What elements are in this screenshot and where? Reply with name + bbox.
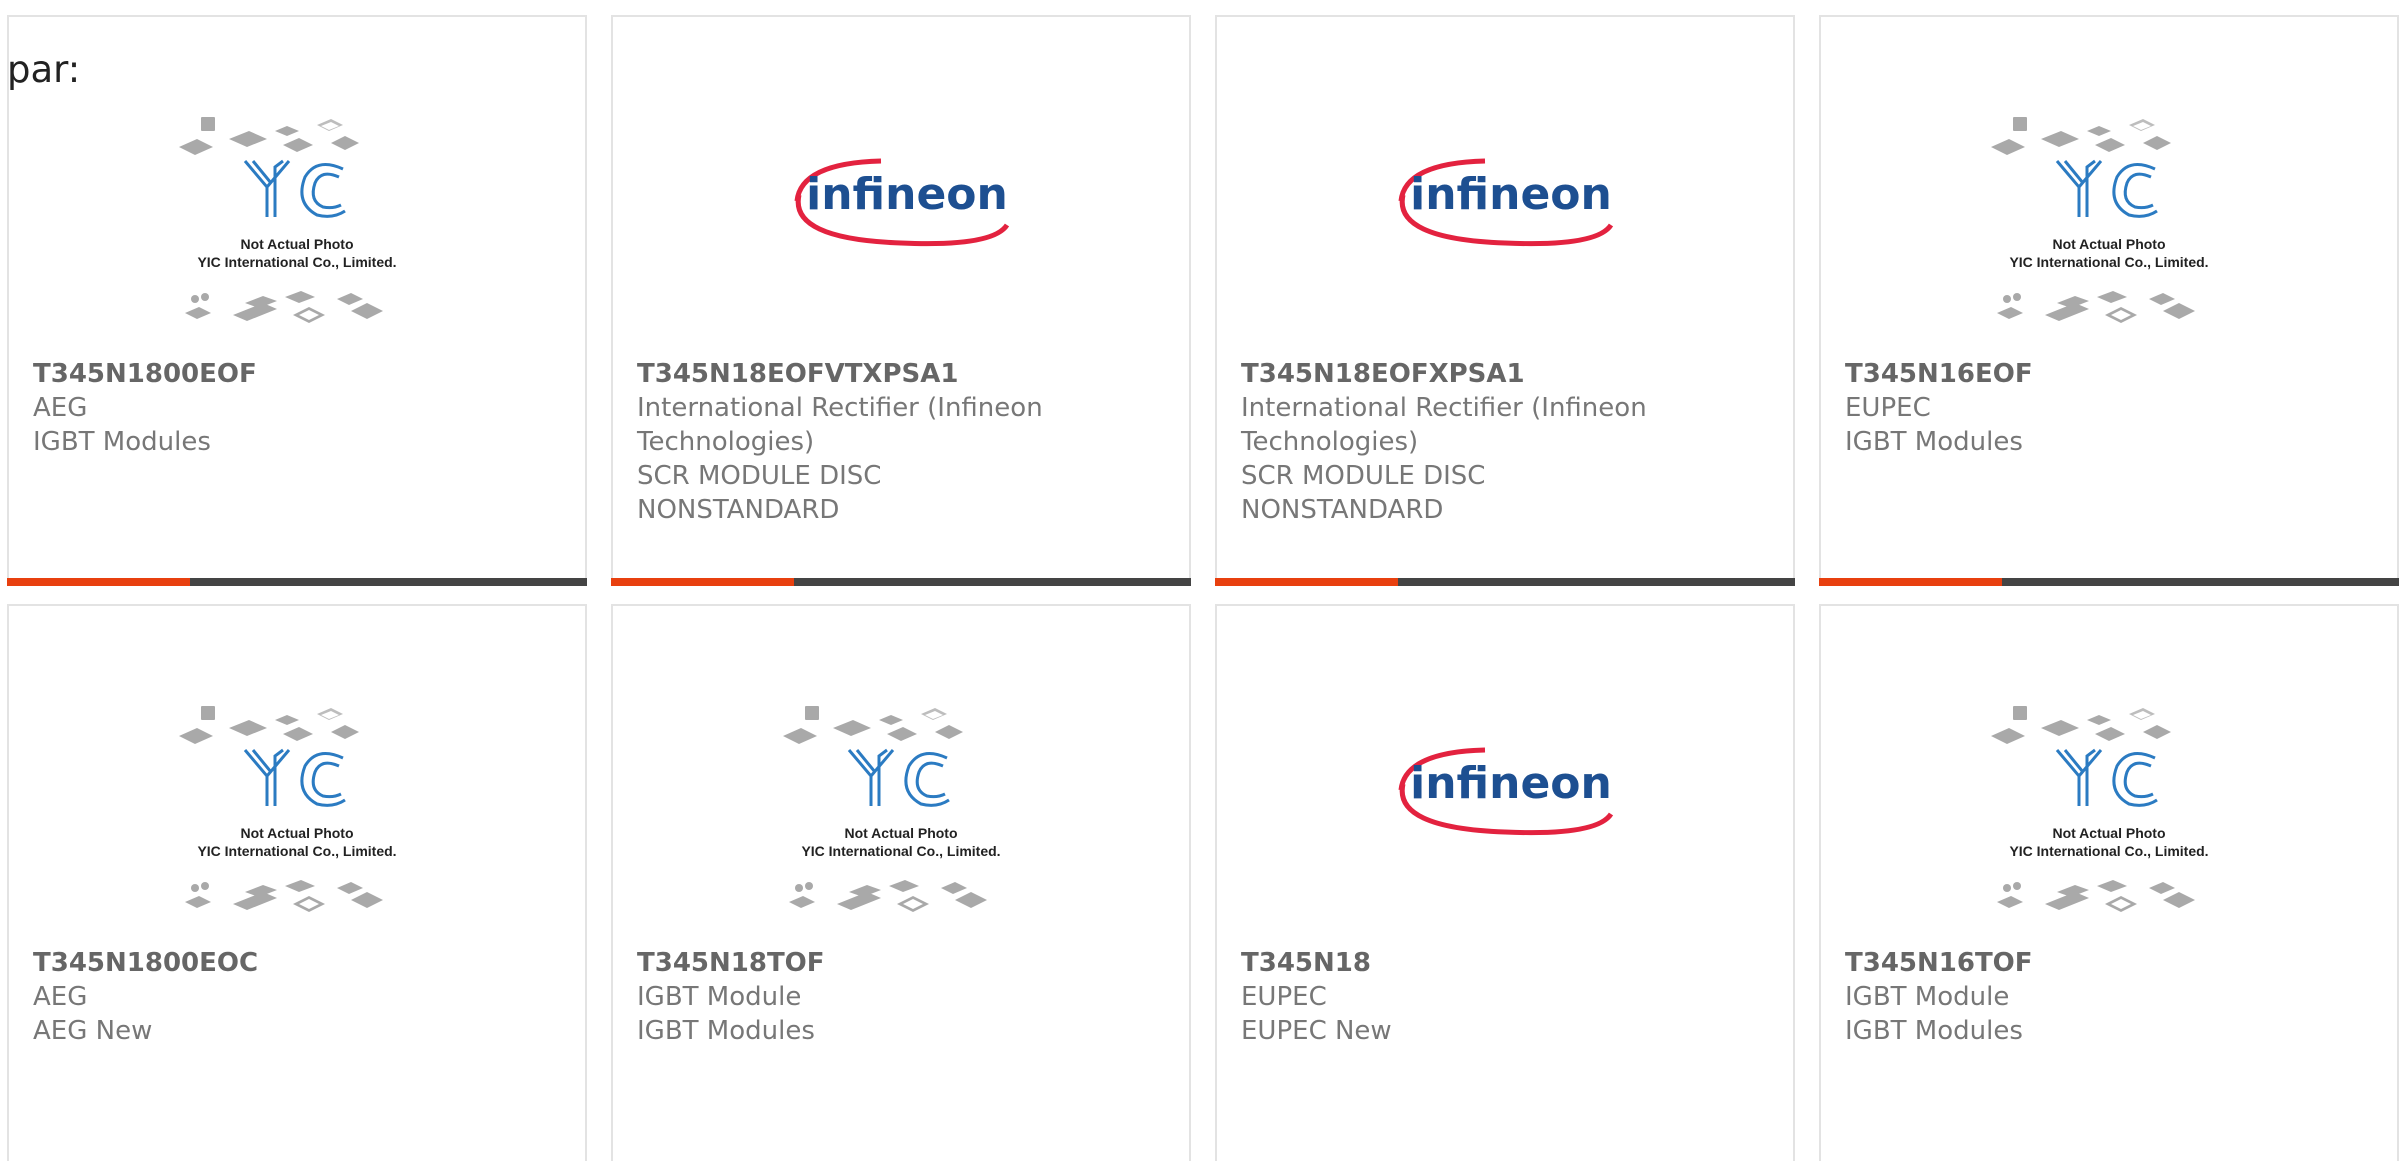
product-card[interactable]: Not Actual Photo YIC International Co., …	[1819, 15, 2399, 586]
product-info: T345N16TOF IGBT Module IGBT Modules	[1845, 946, 2377, 1048]
part-number-link[interactable]: T345N1800EOF	[33, 357, 565, 391]
card-accent-bar	[1215, 578, 1398, 586]
svg-text:infineon: infineon	[1410, 169, 1612, 220]
product-card[interactable]: Not Actual Photo YIC International Co., …	[7, 604, 587, 1161]
product-info: T345N18 EUPEC EUPEC New	[1241, 946, 1773, 1048]
description-text: SCR MODULE DISC	[1241, 461, 1486, 491]
product-card[interactable]: infineon T345N18EOFVTXPSA1 International …	[611, 15, 1191, 586]
description-text: NONSTANDARD	[1241, 495, 1444, 525]
svg-text:YIC International Co., Limited: YIC International Co., Limited.	[197, 843, 396, 859]
card-bottom-bar	[611, 578, 1191, 586]
part-number-link[interactable]: T345N18EOFVTXPSA1	[637, 357, 1169, 391]
manufacturer-text: International Rectifier (Infineon	[1241, 393, 1647, 423]
product-image[interactable]: Not Actual Photo YIC International Co., …	[9, 696, 585, 956]
description-text: IGBT Modules	[637, 1016, 815, 1046]
svg-text:YIC International Co., Limited: YIC International Co., Limited.	[2009, 254, 2208, 270]
card-bottom-bar	[1819, 578, 2399, 586]
infineon-logo: infineon	[794, 158, 1010, 247]
card-bottom-bar	[1215, 578, 1795, 586]
product-card[interactable]: Not Actual Photo YIC International Co., …	[611, 604, 1191, 1161]
manufacturer-text: International Rectifier (Infineon	[637, 393, 1043, 423]
svg-text:YIC International Co., Limited: YIC International Co., Limited.	[197, 254, 396, 270]
svg-text:Not Actual Photo: Not Actual Photo	[240, 825, 353, 841]
infineon-logo: infineon	[1398, 747, 1614, 836]
infineon-logo: infineon	[1398, 158, 1614, 247]
card-bottom-bar	[7, 578, 587, 586]
product-card[interactable]: Not Actual Photo YIC International Co., …	[1819, 604, 2399, 1161]
placeholder-photo-icon: Not Actual Photo YIC International Co., …	[179, 117, 397, 323]
placeholder-photo-icon: Not Actual Photo YIC International Co., …	[179, 706, 397, 912]
placeholder-photo-icon: Not Actual Photo YIC International Co., …	[783, 706, 1001, 912]
description-text: IGBT Modules	[33, 427, 211, 457]
placeholder-photo-icon: Not Actual Photo YIC International Co., …	[1991, 117, 2209, 323]
product-info: T345N18TOF IGBT Module IGBT Modules	[637, 946, 1169, 1048]
product-card[interactable]: infineon T345N18 EUPEC EUPEC New	[1215, 604, 1795, 1161]
product-image[interactable]: Not Actual Photo YIC International Co., …	[1821, 107, 2397, 367]
description-text: Technologies)	[637, 427, 815, 457]
description-text: NONSTANDARD	[637, 495, 840, 525]
product-image[interactable]: Not Actual Photo YIC International Co., …	[613, 696, 1189, 956]
manufacturer-text: AEG	[33, 393, 88, 423]
product-card[interactable]: infineon T345N18EOFXPSA1 International Re…	[1215, 15, 1795, 586]
product-info: T345N18EOFVTXPSA1 International Rectifier…	[637, 357, 1169, 527]
description-text: AEG New	[33, 1016, 153, 1046]
svg-text:Not Actual Photo: Not Actual Photo	[844, 825, 957, 841]
placeholder-photo-icon: Not Actual Photo YIC International Co., …	[1991, 706, 2209, 912]
product-info: T345N1800EOF AEG IGBT Modules	[33, 357, 565, 459]
manufacturer-text: IGBT Module	[637, 982, 802, 1012]
part-number-link[interactable]: T345N18	[1241, 946, 1773, 980]
product-info: T345N16EOF EUPEC IGBT Modules	[1845, 357, 2377, 459]
part-number-link[interactable]: T345N1800EOC	[33, 946, 565, 980]
manufacturer-text: EUPEC	[1845, 393, 1931, 423]
svg-text:infineon: infineon	[1410, 758, 1612, 809]
manufacturer-text: EUPEC	[1241, 982, 1327, 1012]
manufacturer-text: IGBT Module	[1845, 982, 2010, 1012]
description-text: IGBT Modules	[1845, 427, 2023, 457]
svg-text:Not Actual Photo: Not Actual Photo	[2052, 825, 2165, 841]
description-text: EUPEC New	[1241, 1016, 1392, 1046]
part-number-link[interactable]: T345N16TOF	[1845, 946, 2377, 980]
svg-text:infineon: infineon	[806, 169, 1008, 220]
product-grid: par: Not Actual Photo YIC International …	[0, 0, 2407, 1161]
manufacturer-text: AEG	[33, 982, 88, 1012]
svg-text:Not Actual Photo: Not Actual Photo	[240, 236, 353, 252]
svg-text:YIC International Co., Limited: YIC International Co., Limited.	[2009, 843, 2208, 859]
card-accent-bar	[1819, 578, 2002, 586]
prefix-label: par:	[7, 48, 81, 91]
description-text: Technologies)	[1241, 427, 1419, 457]
product-image[interactable]: Not Actual Photo YIC International Co., …	[9, 107, 585, 367]
product-image[interactable]: Not Actual Photo YIC International Co., …	[1821, 696, 2397, 956]
product-card[interactable]: Not Actual Photo YIC International Co., …	[7, 15, 587, 586]
svg-text:YIC International Co., Limited: YIC International Co., Limited.	[801, 843, 1000, 859]
product-info: T345N18EOFXPSA1 International Rectifier (…	[1241, 357, 1773, 527]
part-number-link[interactable]: T345N16EOF	[1845, 357, 2377, 391]
part-number-link[interactable]: T345N18EOFXPSA1	[1241, 357, 1773, 391]
description-text: IGBT Modules	[1845, 1016, 2023, 1046]
description-text: SCR MODULE DISC	[637, 461, 882, 491]
card-accent-bar	[7, 578, 190, 586]
card-accent-bar	[611, 578, 794, 586]
svg-text:Not Actual Photo: Not Actual Photo	[2052, 236, 2165, 252]
product-info: T345N1800EOC AEG AEG New	[33, 946, 565, 1048]
part-number-link[interactable]: T345N18TOF	[637, 946, 1169, 980]
